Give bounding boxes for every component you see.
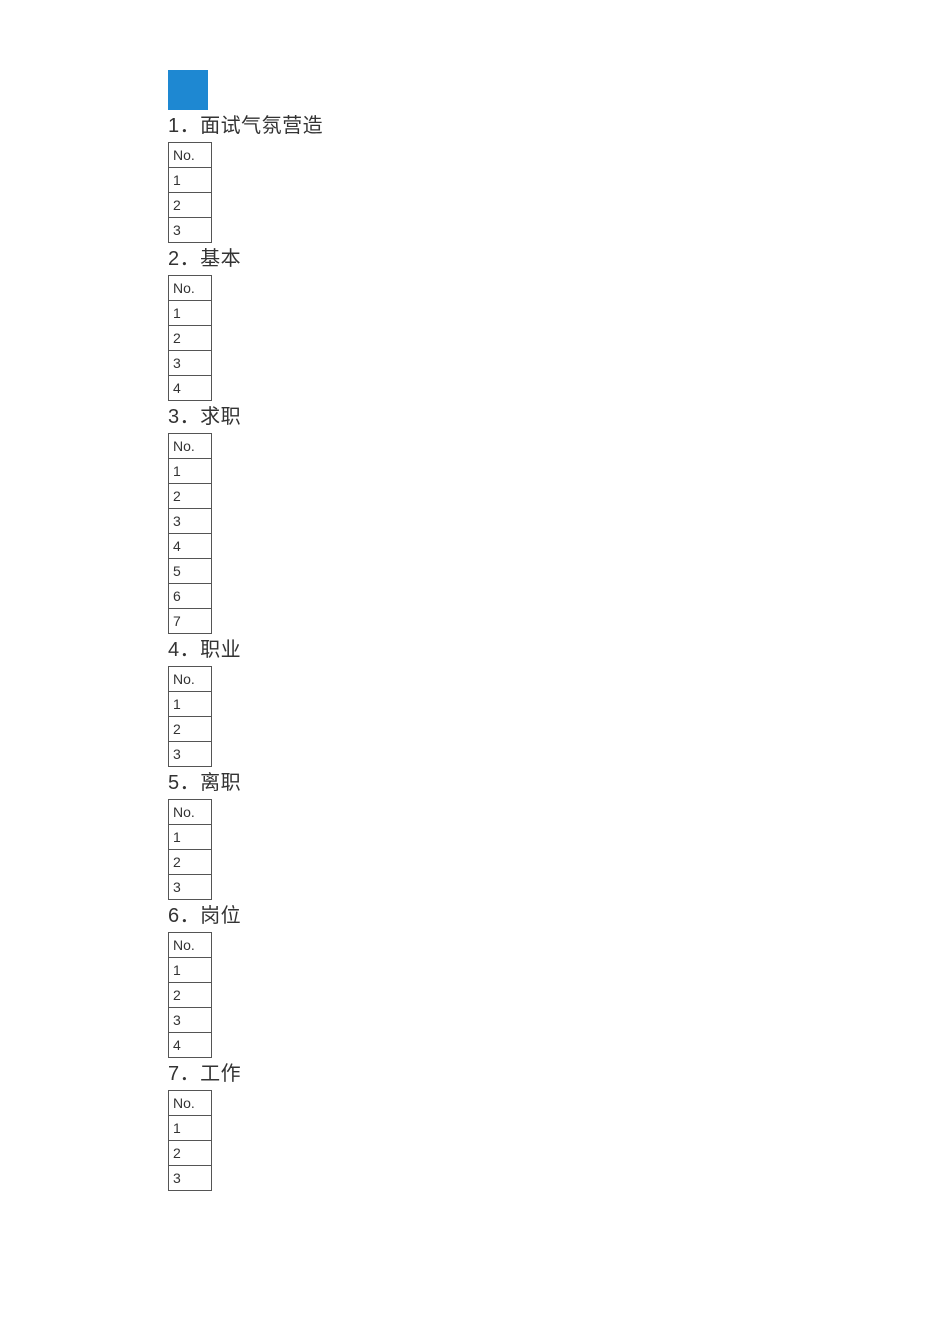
table-row: 3 <box>169 1166 212 1191</box>
section-title-1: 1．面试气氛营造 <box>168 112 945 140</box>
table-row: 2 <box>169 326 212 351</box>
blue-square-icon <box>168 70 208 110</box>
table-row: 2 <box>169 484 212 509</box>
table-row: 1 <box>169 825 212 850</box>
row-number: 2 <box>169 983 212 1008</box>
table-row: 3 <box>169 742 212 767</box>
row-number: 4 <box>169 534 212 559</box>
row-number: 6 <box>169 584 212 609</box>
row-number: 5 <box>169 559 212 584</box>
table-section-6: No. 1 2 3 4 <box>168 932 212 1058</box>
table-row: 1 <box>169 301 212 326</box>
table-row: 7 <box>169 609 212 634</box>
row-number: 1 <box>169 692 212 717</box>
section-title-6: 6．岗位 <box>168 902 945 930</box>
row-number: 3 <box>169 1166 212 1191</box>
table-row: 2 <box>169 1141 212 1166</box>
table-row: 4 <box>169 376 212 401</box>
table-section-2: No. 1 2 3 4 <box>168 275 212 401</box>
table-row: 5 <box>169 559 212 584</box>
section-title-4: 4．职业 <box>168 636 945 664</box>
row-number: 3 <box>169 1008 212 1033</box>
table-row: 3 <box>169 509 212 534</box>
table-row: 1 <box>169 692 212 717</box>
no-header: No. <box>169 276 212 301</box>
no-header: No. <box>169 1091 212 1116</box>
row-number: 3 <box>169 218 212 243</box>
table-section-4: No. 1 2 3 <box>168 666 212 767</box>
table-row: 2 <box>169 850 212 875</box>
table-row: 1 <box>169 1116 212 1141</box>
table-section-1: No. 1 2 3 <box>168 142 212 243</box>
table-row: 4 <box>169 534 212 559</box>
row-number: 2 <box>169 717 212 742</box>
table-section-5: No. 1 2 3 <box>168 799 212 900</box>
row-number: 3 <box>169 875 212 900</box>
section-title-2: 2．基本 <box>168 245 945 273</box>
no-header: No. <box>169 434 212 459</box>
no-header: No. <box>169 933 212 958</box>
row-number: 2 <box>169 1141 212 1166</box>
row-number: 1 <box>169 459 212 484</box>
row-number: 3 <box>169 742 212 767</box>
row-number: 3 <box>169 351 212 376</box>
no-header: No. <box>169 667 212 692</box>
row-number: 1 <box>169 825 212 850</box>
row-number: 1 <box>169 301 212 326</box>
row-number: 1 <box>169 168 212 193</box>
table-row: No. <box>169 667 212 692</box>
row-number: 2 <box>169 193 212 218</box>
table-row: 3 <box>169 218 212 243</box>
table-row: 1 <box>169 459 212 484</box>
table-row: 4 <box>169 1033 212 1058</box>
no-header: No. <box>169 143 212 168</box>
table-row: No. <box>169 143 212 168</box>
row-number: 3 <box>169 509 212 534</box>
table-row: 3 <box>169 351 212 376</box>
table-row: No. <box>169 1091 212 1116</box>
row-number: 2 <box>169 850 212 875</box>
table-row: 3 <box>169 875 212 900</box>
table-row: 2 <box>169 983 212 1008</box>
table-row: 1 <box>169 168 212 193</box>
table-row: 3 <box>169 1008 212 1033</box>
row-number: 1 <box>169 1116 212 1141</box>
section-title-5: 5．离职 <box>168 769 945 797</box>
table-row: No. <box>169 276 212 301</box>
table-row: 6 <box>169 584 212 609</box>
row-number: 2 <box>169 326 212 351</box>
table-section-7: No. 1 2 3 <box>168 1090 212 1191</box>
table-row: No. <box>169 434 212 459</box>
table-row: 1 <box>169 958 212 983</box>
no-header: No. <box>169 800 212 825</box>
row-number: 1 <box>169 958 212 983</box>
table-row: 2 <box>169 717 212 742</box>
row-number: 4 <box>169 376 212 401</box>
table-row: 2 <box>169 193 212 218</box>
section-title-3: 3．求职 <box>168 403 945 431</box>
row-number: 4 <box>169 1033 212 1058</box>
document-page: 1．面试气氛营造 No. 1 2 3 2．基本 No. 1 2 3 4 3．求职… <box>0 0 945 1337</box>
table-section-3: No. 1 2 3 4 5 6 7 <box>168 433 212 634</box>
section-title-7: 7．工作 <box>168 1060 945 1088</box>
row-number: 7 <box>169 609 212 634</box>
row-number: 2 <box>169 484 212 509</box>
table-row: No. <box>169 800 212 825</box>
table-row: No. <box>169 933 212 958</box>
